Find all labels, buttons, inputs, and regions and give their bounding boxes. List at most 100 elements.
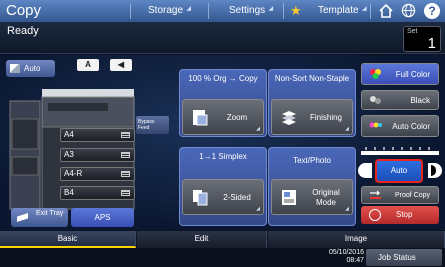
zoom-label: Zoom <box>226 113 248 122</box>
paper-icon <box>10 64 20 73</box>
black-mode-icon <box>370 96 381 104</box>
main-panel: Auto A ◀ A4 A3 A4-R B4 Bypass Feed Exit … <box>0 55 445 230</box>
settings-button[interactable]: Settings ◢ <box>229 0 273 22</box>
paper-tray-icon <box>121 152 130 158</box>
auto-color-icon <box>369 122 382 128</box>
copy-count-value: 1 <box>427 35 436 52</box>
expand-triangle-icon: ◢ <box>361 6 367 12</box>
copy-count-display: Set 1 <box>403 26 441 52</box>
job-status-label: Job Status <box>378 253 416 262</box>
auto-paper-button[interactable]: Auto <box>6 60 55 77</box>
bypass-feed-button[interactable]: Bypass Feed <box>136 116 169 134</box>
tab-basic[interactable]: Basic <box>0 231 136 248</box>
duplex-status: 1→1 Simplex <box>199 152 247 161</box>
footer: 05/10/2016 08:47 Job Status <box>0 248 445 267</box>
exit-tray-icon <box>17 213 28 222</box>
original-mode-label: Original Mode <box>312 188 340 207</box>
set-label: Set <box>407 28 418 35</box>
finishing-status: Non-Sort Non-Staple <box>274 74 350 83</box>
tab-edit[interactable]: Edit <box>137 231 267 248</box>
exit-tray-label: Exit Tray <box>36 210 64 217</box>
tray-2-button[interactable]: A3 <box>60 148 135 162</box>
bypass-feed-label: Bypass Feed <box>138 119 155 131</box>
full-color-button[interactable]: Full Color <box>361 63 439 85</box>
paper-tray-icon <box>121 190 130 196</box>
expand-triangle-icon: ◢ <box>345 126 349 132</box>
zoom-icon <box>193 110 208 126</box>
density-scale <box>361 147 439 155</box>
original-mode-panel: Text/Photo Original Mode ◢ <box>268 147 356 226</box>
finishing-label: Finishing <box>309 113 342 122</box>
template-label: Template <box>318 5 359 16</box>
finishing-panel: Non-Sort Non-Staple Finishing ◢ <box>268 69 356 137</box>
time: 08:47 <box>346 257 364 264</box>
auto-label: Auto <box>24 64 41 73</box>
black-button[interactable]: Black <box>361 90 439 110</box>
date: 05/10/2016 <box>328 249 364 256</box>
divider <box>370 3 371 19</box>
divider <box>283 3 284 19</box>
paper-tray-icon <box>121 132 130 138</box>
auto-density-button[interactable]: Auto <box>375 159 423 183</box>
full-color-label: Full Color <box>395 69 430 79</box>
tray-1-button[interactable]: A4 <box>60 128 135 142</box>
density-control: Auto <box>358 159 442 184</box>
finishing-button[interactable]: Finishing ◢ <box>271 99 353 135</box>
expand-triangle-icon: ◢ <box>256 206 260 212</box>
tray-label: A4 <box>64 130 74 139</box>
density-darker-button[interactable] <box>428 163 442 178</box>
tab-image[interactable]: Image <box>268 231 445 248</box>
proof-copy-label: Proof Copy <box>394 191 430 199</box>
divider <box>130 3 131 19</box>
orientation-b-button[interactable]: ◀ <box>110 59 132 71</box>
expand-triangle-icon: ◢ <box>345 206 349 212</box>
proof-copy-icon <box>370 190 381 199</box>
proof-copy-button[interactable]: Proof Copy <box>361 186 439 204</box>
orientation-a-button[interactable]: A <box>77 59 99 71</box>
help-icon[interactable]: ? <box>424 3 440 19</box>
tray-4-button[interactable]: B4 <box>60 186 135 200</box>
home-icon[interactable] <box>378 3 394 19</box>
color-palette-icon <box>370 69 381 79</box>
divider <box>208 3 209 19</box>
globe-icon[interactable] <box>401 3 416 18</box>
tab-bar: Basic Edit Image <box>0 231 445 248</box>
auto-color-label: Auto Color <box>392 121 430 131</box>
two-sided-button[interactable]: 2-Sided ◢ <box>182 179 264 215</box>
auto-color-button[interactable]: Auto Color <box>361 115 439 137</box>
exit-tray-button[interactable]: Exit Tray <box>11 208 68 227</box>
original-mode-icon <box>282 190 296 205</box>
job-status-button[interactable]: Job Status <box>366 249 442 266</box>
two-sided-label: 2-Sided <box>223 193 251 202</box>
finishing-icon <box>282 111 296 125</box>
density-lighter-button[interactable] <box>358 163 372 178</box>
storage-button[interactable]: Storage ◢ <box>148 0 191 22</box>
status-bar: Ready <box>0 22 445 54</box>
top-bar: Copy Storage ◢ Settings ◢ ★ Template ◢ ? <box>0 0 445 22</box>
expand-triangle-icon: ◢ <box>186 6 192 12</box>
status-text: Ready <box>7 25 39 37</box>
tray-label: B4 <box>64 188 74 197</box>
storage-label: Storage <box>148 5 184 16</box>
aps-button[interactable]: APS <box>71 208 134 227</box>
duplex-panel: 1→1 Simplex 2-Sided ◢ <box>179 147 267 226</box>
stop-label: Stop <box>396 210 413 219</box>
date-time: 05/10/2016 08:47 <box>316 249 364 265</box>
black-label: Black <box>410 95 430 105</box>
template-button[interactable]: Template ◢ <box>318 0 367 22</box>
tray-label: A3 <box>64 150 74 159</box>
original-mode-status: Text/Photo <box>293 156 331 165</box>
expand-triangle-icon: ◢ <box>268 6 274 12</box>
expand-triangle-icon: ◢ <box>256 126 260 132</box>
original-mode-button[interactable]: Original Mode ◢ <box>271 179 353 215</box>
tray-label: A4-R <box>64 169 83 178</box>
settings-label: Settings <box>229 5 266 16</box>
zoom-button[interactable]: Zoom ◢ <box>182 99 264 135</box>
tray-3-button[interactable]: A4-R <box>60 167 135 181</box>
star-icon[interactable]: ★ <box>290 3 302 19</box>
zoom-ratio: 100 % Org → Copy <box>188 74 258 83</box>
stop-button[interactable]: Stop <box>361 206 439 224</box>
zoom-panel: 100 % Org → Copy Zoom ◢ <box>179 69 267 137</box>
app-title: Copy <box>6 2 42 19</box>
paper-tray-icon <box>121 171 130 177</box>
